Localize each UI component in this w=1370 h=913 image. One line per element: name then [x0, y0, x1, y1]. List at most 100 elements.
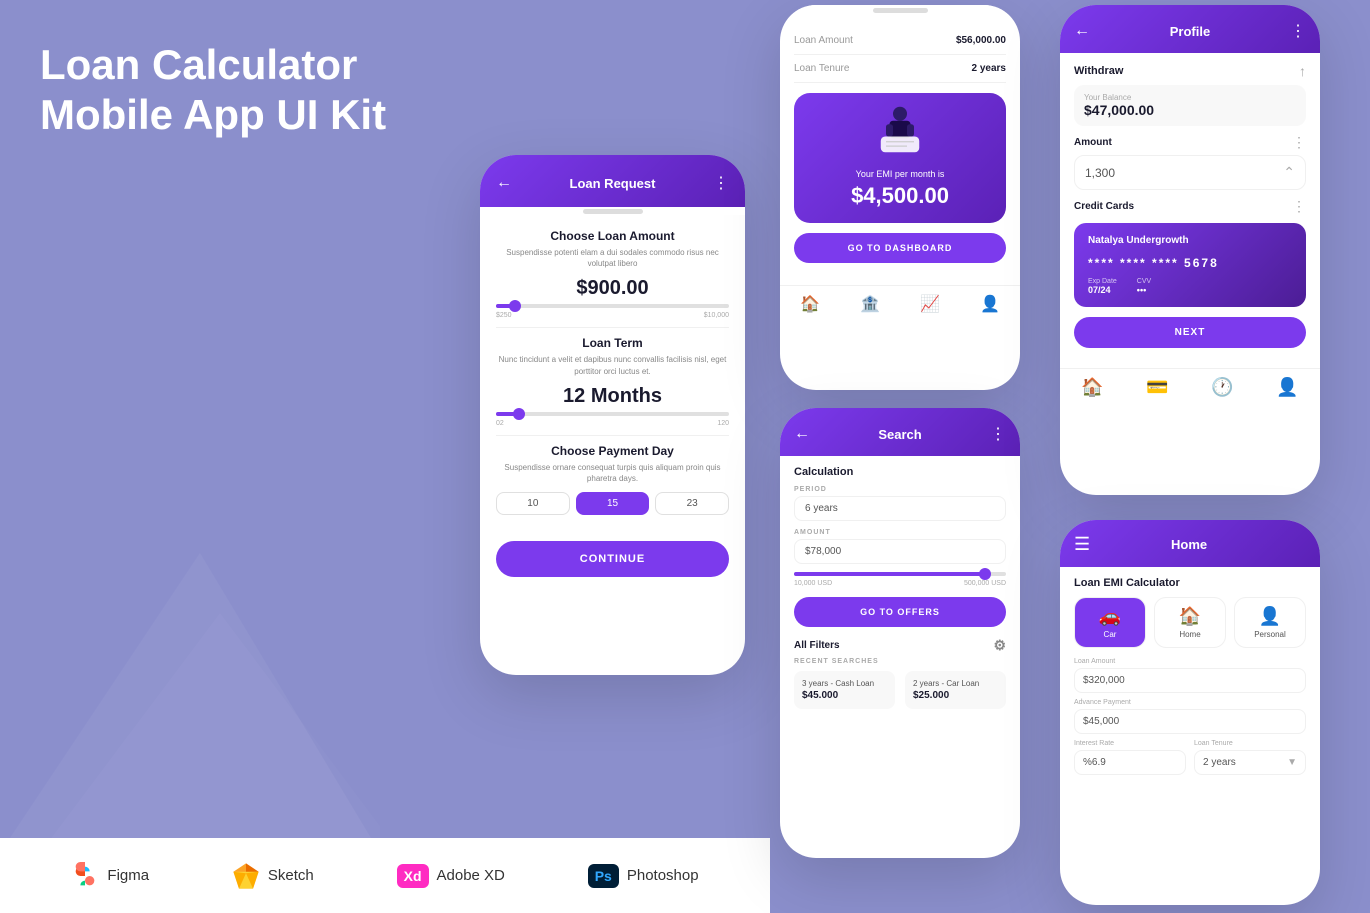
- car-label: Car: [1081, 630, 1139, 639]
- next-button[interactable]: NEXT: [1074, 317, 1306, 348]
- advance-input[interactable]: $45,000: [1074, 709, 1306, 734]
- xd-icon: Xd: [397, 864, 429, 888]
- exp-date: Exp Date 07/24: [1088, 278, 1117, 295]
- xd-label: Adobe XD: [437, 867, 505, 884]
- loan-term-title: Loan Term: [496, 336, 729, 350]
- interest-label: Interest Rate: [1074, 740, 1186, 747]
- phone4-body: Withdraw ↑ Your Balance $47,000.00 Amoun…: [1060, 53, 1320, 368]
- loan-amount-slider[interactable]: [496, 304, 729, 308]
- back-icon-profile[interactable]: ←: [1074, 22, 1090, 40]
- withdraw-row: Withdraw ↑: [1074, 63, 1306, 79]
- calc-title: Calculation: [794, 466, 1006, 478]
- balance-value: $47,000.00: [1084, 102, 1296, 118]
- back-icon[interactable]: ←: [496, 174, 512, 192]
- withdraw-label: Withdraw: [1074, 65, 1123, 77]
- ps-icon: Ps: [588, 864, 619, 888]
- nav4-card-icon[interactable]: 💳: [1146, 377, 1168, 398]
- loan-type-home[interactable]: 🏠 Home: [1154, 597, 1226, 648]
- phone1-header: ← Loan Request ⋮: [480, 155, 745, 207]
- character-illustration: [865, 98, 935, 168]
- nav4-clock-icon[interactable]: 🕐: [1211, 377, 1233, 398]
- menu-icon[interactable]: ⋮: [713, 173, 729, 193]
- day-btn-15[interactable]: 15: [576, 492, 650, 515]
- figma-icon: [71, 862, 99, 890]
- amount-input-box[interactable]: 1,300 ⌃: [1074, 155, 1306, 190]
- continue-button[interactable]: CONTINUE: [496, 541, 729, 577]
- phone1-body: Choose Loan Amount Suspendisse potenti e…: [480, 215, 745, 529]
- credit-cards-label: Credit Cards: [1074, 201, 1134, 212]
- go-offers-button[interactable]: GO TO OFFERS: [794, 597, 1006, 627]
- phone1-title: Loan Request: [570, 176, 656, 191]
- day-selector: 10 15 23: [496, 492, 729, 515]
- advance-label: Advance Payment: [1074, 699, 1306, 706]
- loan-tenure-row: Loan Tenure 2 years: [794, 55, 1006, 83]
- advance-payment-field: Advance Payment $45,000: [1074, 699, 1306, 734]
- day-btn-23[interactable]: 23: [655, 492, 729, 515]
- nav-person-icon[interactable]: 👤: [980, 294, 1000, 314]
- phone5-body: Loan EMI Calculator 🚗 Car 🏠 Home 👤 Perso…: [1060, 567, 1320, 785]
- dashboard-button[interactable]: GO TO DASHBOARD: [794, 233, 1006, 263]
- tool-sketch: Sketch: [232, 862, 314, 890]
- loan-amount-input[interactable]: $320,000: [1074, 668, 1306, 693]
- menu-icon-profile[interactable]: ⋮: [1290, 21, 1306, 41]
- phone2-body: Loan Amount $56,000.00 Loan Tenure 2 yea…: [780, 15, 1020, 285]
- phone4-header: ← Profile ⋮: [1060, 5, 1320, 53]
- loan-term-desc: Nunc tincidunt a velit et dapibus nunc c…: [496, 354, 729, 376]
- tenure-input[interactable]: 2 years ▼: [1194, 750, 1306, 775]
- interest-rate-field: Interest Rate %6.9: [1074, 740, 1186, 775]
- sketch-icon: [232, 862, 260, 890]
- nav-home-icon[interactable]: 🏠: [800, 294, 820, 314]
- tenure-label: Loan Tenure: [1194, 740, 1306, 747]
- tools-bar: Figma Sketch Xd Adobe XD Ps Photoshop: [0, 838, 770, 913]
- search-amount-slider[interactable]: [794, 572, 1006, 576]
- menu-icon-search[interactable]: ⋮: [990, 424, 1006, 444]
- stepper-icon[interactable]: ⌃: [1283, 164, 1295, 181]
- day-btn-10[interactable]: 10: [496, 492, 570, 515]
- recent-items: 3 years - Cash Loan $45.000 2 years - Ca…: [794, 671, 1006, 709]
- balance-box: Your Balance $47,000.00: [1074, 85, 1306, 126]
- back-icon-search[interactable]: ←: [794, 425, 810, 443]
- ps-label: Photoshop: [627, 867, 699, 884]
- credit-card-widget: Natalya Undergrowth **** **** **** 5678 …: [1074, 223, 1306, 307]
- nav-chart-icon[interactable]: 📈: [920, 294, 940, 314]
- amount-section-row: Amount ⋮: [1074, 134, 1306, 151]
- loan-type-personal[interactable]: 👤 Personal: [1234, 597, 1306, 648]
- slider-range: $250 $10,000: [496, 312, 729, 319]
- card-number: **** **** **** 5678: [1088, 256, 1292, 270]
- amount-menu-icon[interactable]: ⋮: [1292, 134, 1306, 151]
- card-footer: Exp Date 07/24 CVV •••: [1088, 278, 1292, 295]
- tool-photoshop: Ps Photoshop: [588, 864, 699, 888]
- tenure-field: Loan Tenure 2 years ▼: [1194, 740, 1306, 775]
- payment-day-title: Choose Payment Day: [496, 444, 729, 458]
- nav4-person-icon[interactable]: 👤: [1276, 377, 1298, 398]
- phone2-nav: 🏠 🏦 📈 👤: [780, 285, 1020, 322]
- recent-label: RECENT SEARCHES: [794, 658, 1006, 665]
- personal-icon: 👤: [1241, 606, 1299, 627]
- recent-item-0[interactable]: 3 years - Cash Loan $45.000: [794, 671, 895, 709]
- menu-lines-icon[interactable]: ☰: [1074, 534, 1090, 555]
- loan-amount-label: Loan Amount: [1074, 658, 1306, 665]
- loan-amount-display: $900.00: [496, 277, 729, 300]
- period-field[interactable]: 6 years: [794, 496, 1006, 521]
- amount-section-label: Amount: [1074, 137, 1112, 148]
- amount-field[interactable]: $78,000: [794, 539, 1006, 564]
- nav-bank-icon[interactable]: 🏦: [860, 294, 880, 314]
- term-slider-range: 02 120: [496, 420, 729, 427]
- sketch-label: Sketch: [268, 867, 314, 884]
- loan-term-slider[interactable]: [496, 412, 729, 416]
- loan-type-car[interactable]: 🚗 Car: [1074, 597, 1146, 648]
- recent-item-1[interactable]: 2 years - Car Loan $25.000: [905, 671, 1006, 709]
- tool-xd: Xd Adobe XD: [397, 864, 505, 888]
- card-name: Natalya Undergrowth: [1088, 235, 1292, 246]
- filter-icon[interactable]: ⚙: [993, 637, 1006, 654]
- phone-home: ☰ Home Loan EMI Calculator 🚗 Car 🏠 Home …: [1060, 520, 1320, 905]
- cards-menu-icon[interactable]: ⋮: [1292, 198, 1306, 215]
- credit-cards-section-row: Credit Cards ⋮: [1074, 198, 1306, 215]
- nav4-home-icon[interactable]: 🏠: [1081, 377, 1103, 398]
- cvv: CVV •••: [1137, 278, 1151, 295]
- withdraw-icon[interactable]: ↑: [1299, 63, 1306, 79]
- phone-search: ← Search ⋮ Calculation PERIOD 6 years AM…: [780, 408, 1020, 858]
- interest-input[interactable]: %6.9: [1074, 750, 1186, 775]
- search-slider-range: 10,000 USD 500,000 USD: [794, 580, 1006, 587]
- phone5-title: Home: [1171, 537, 1207, 552]
